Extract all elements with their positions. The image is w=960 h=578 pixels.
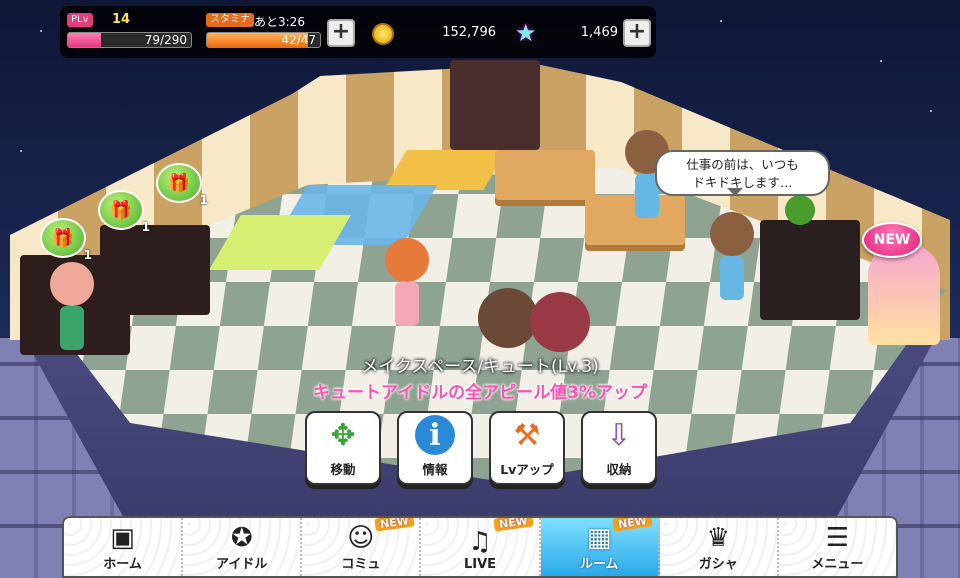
crown-icon: ♛ (706, 523, 730, 553)
store-label: 収納 (606, 462, 632, 477)
gift-count: 1 (141, 220, 150, 234)
plv-label: PLv (67, 13, 93, 27)
jukebox-furniture[interactable] (868, 245, 940, 345)
gift-count: 1 (199, 193, 208, 207)
move-arrows-icon: ✥ (330, 417, 356, 453)
nav-item-gacha[interactable]: ♛ ガシャ (659, 518, 779, 576)
nav-label: LIVE (463, 557, 497, 572)
nav-new-badge: NEW (492, 518, 534, 532)
gift-bubble[interactable]: 🎁 1 (40, 218, 92, 262)
item-effect: キュートアイドルの全アピール値3%アップ (312, 383, 647, 403)
star (20, 150, 22, 152)
nav-new-badge: NEW (373, 518, 415, 532)
nav-new-badge: NEW (612, 518, 653, 532)
pc-desk-furniture[interactable] (495, 150, 595, 200)
jewel-star-icon: ★ (515, 19, 537, 47)
idol-character[interactable] (478, 288, 538, 348)
speaker-home-icon: ▣ (110, 523, 135, 553)
idol-character[interactable] (710, 212, 754, 300)
chat-icon: ☺ (347, 523, 375, 553)
plv-value: 14 (112, 12, 131, 27)
hammer-icon: ⚒ (513, 417, 541, 453)
gift-bubble[interactable]: 🎁 1 (156, 163, 208, 207)
gift-icon: 🎁 (51, 227, 75, 249)
level-up-button[interactable]: ⚒ Lvアップ (489, 411, 565, 485)
gift-count: 1 (83, 248, 92, 262)
idol-star-icon: ✪ (230, 523, 253, 553)
nav-label: ガシャ (698, 557, 738, 572)
status-hud: PLv 14 79/290 スタミナ あと3:26 42/47 + 152,79… (60, 6, 656, 58)
move-label: 移動 (330, 462, 356, 477)
nav-label: アイドル (216, 557, 268, 572)
new-badge[interactable]: NEW (862, 222, 922, 258)
exp-text: 79/290 (144, 33, 187, 47)
exp-bar-fill (68, 33, 102, 47)
nav-item-live[interactable]: NEW ♫ LIVE (421, 518, 541, 576)
gift-icon: 🎁 (109, 199, 133, 221)
coin-icon (372, 23, 394, 45)
gift-bubble[interactable]: 🎁 1 (98, 190, 150, 234)
menu-icon: ☰ (825, 523, 850, 553)
nav-label: メニュー (811, 557, 864, 572)
jewel-value: 1,469 (580, 25, 618, 40)
star (880, 60, 882, 62)
stamina-text: 42/47 (281, 33, 316, 47)
move-button[interactable]: ✥ 移動 (305, 411, 381, 485)
bottom-nav: ▣ ホーム ✪ アイドル NEW ☺ コミュ NEW ♫ LIVE NEW ▦ … (62, 516, 898, 578)
exp-bar: 79/290 (67, 32, 192, 48)
speech-bubble: 仕事の前は、いつも ドキドキします… (655, 150, 830, 196)
level-up-label: Lvアップ (500, 462, 554, 477)
nav-item-menu[interactable]: ☰ メニュー (778, 518, 896, 576)
nav-item-home[interactable]: ▣ ホーム (64, 518, 184, 576)
nav-item-idol[interactable]: ✪ アイドル (183, 518, 303, 576)
nav-label: ホーム (103, 557, 142, 572)
info-icon: i (415, 415, 455, 455)
item-name: メイクスペース/キュート(Lv.3) (361, 357, 599, 377)
nav-label: コミュ (341, 557, 381, 572)
music-note-icon: ♫ (468, 527, 492, 557)
storage-cart-icon: ⇩ (606, 417, 632, 453)
nav-item-room[interactable]: NEW ▦ ルーム (540, 518, 660, 576)
stamina-label: スタミナ (206, 13, 254, 27)
stamina-timer: あと3:26 (254, 15, 305, 29)
info-label: 情報 (422, 462, 448, 477)
shelf-furniture[interactable] (100, 225, 210, 315)
info-button[interactable]: i 情報 (397, 411, 473, 485)
speech-text: 仕事の前は、いつも ドキドキします… (686, 157, 799, 190)
idol-character[interactable] (530, 292, 590, 352)
star (40, 30, 42, 32)
stamina-bar: 42/47 (206, 32, 321, 48)
star (930, 110, 932, 112)
star (720, 20, 722, 22)
room-cube-icon: ▦ (586, 523, 612, 553)
nav-label: ルーム (579, 557, 619, 572)
cabinet-furniture[interactable] (450, 60, 540, 150)
plant-furniture[interactable] (785, 195, 815, 225)
store-button[interactable]: ⇩ 収納 (581, 411, 657, 485)
idol-character[interactable] (50, 262, 94, 350)
add-jewel-button[interactable]: + (623, 19, 651, 47)
idol-character[interactable] (385, 238, 429, 326)
money-value: 152,796 (442, 25, 496, 40)
tv-stand-furniture[interactable] (760, 220, 860, 320)
gift-icon: 🎁 (167, 172, 191, 194)
nav-item-commu[interactable]: NEW ☺ コミュ (302, 518, 422, 576)
add-stamina-button[interactable]: + (327, 19, 355, 47)
